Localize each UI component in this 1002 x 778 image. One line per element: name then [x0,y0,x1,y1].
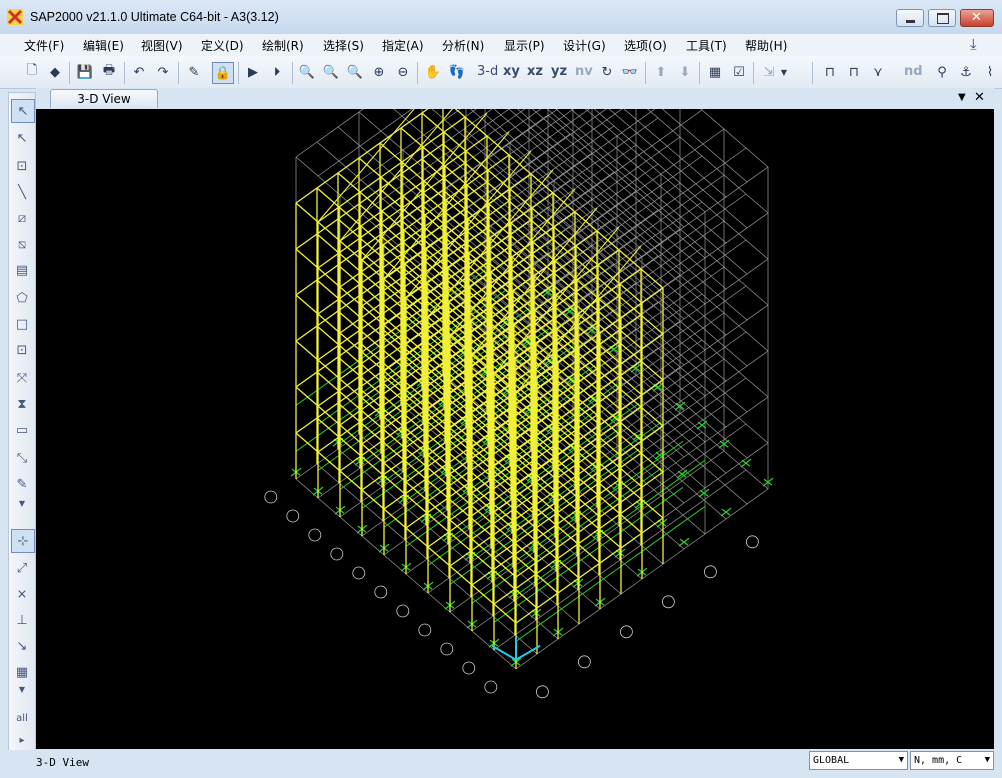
structure-model[interactable] [36,0,994,749]
menu-define[interactable]: 定义(D) [201,37,244,54]
assign-icon[interactable]: ⇲ [759,62,779,82]
link-icon[interactable]: ⚲ [932,62,952,82]
menu-select[interactable]: 选择(S) [323,37,364,54]
status-view-label: 3-D View [36,756,89,769]
snap-intersections-icon[interactable]: ⨯ [11,583,33,605]
run-now-icon[interactable]: ⏵ [267,62,287,82]
menu-assign[interactable]: 指定(A) [382,37,424,54]
chevron-down-icon: ▼ [984,755,990,765]
close-tab-icon[interactable]: ✕ [974,90,985,105]
menu-design[interactable]: 设计(G) [563,37,606,54]
menu-display[interactable]: 显示(P) [504,37,545,54]
portal-frame-icon[interactable]: ⊓ [844,62,864,82]
set-display-options-icon[interactable]: ▦ [705,62,725,82]
pan-icon[interactable]: ✋ [423,62,443,82]
refresh-window-icon[interactable]: ✎ [184,62,204,82]
window-title: SAP2000 v21.1.0 Ultimate C64-bit - A3(3.… [30,10,279,24]
select-all-icon[interactable]: all [11,707,33,729]
frame-icon[interactable]: ⊓ [820,62,840,82]
spring-icon[interactable]: ⌇ [980,62,1000,82]
menu-options[interactable]: 选项(O) [624,37,667,54]
menu-file[interactable]: 文件(F) [24,37,64,54]
reshape-icon[interactable]: ↖ [11,127,33,149]
run-analysis-icon[interactable]: ▶ [243,62,263,82]
check-icon[interactable]: ☑ [729,62,749,82]
undo-icon[interactable]: ↶ [129,62,149,82]
quick-draw-braces-icon[interactable]: ⧅ [11,233,33,255]
rubber-band-zoom-icon[interactable]: 🔍 [297,62,317,82]
minimize-button[interactable] [896,9,924,27]
draw-solid-icon[interactable]: ▭ [11,419,33,441]
view-3d-button[interactable]: 3-d [477,64,498,79]
nd-button[interactable]: nd [904,64,923,79]
redo-icon[interactable]: ↷ [153,62,173,82]
draw-tendon-icon[interactable]: ⧗ [11,393,33,415]
save-icon[interactable]: 💾 [75,62,95,82]
chevron-down-icon: ▼ [898,755,904,765]
menu-help[interactable]: 帮助(H) [745,37,787,54]
draw-section-cut-icon[interactable]: ✎ [11,473,33,495]
open-model-icon[interactable]: ◆ [45,62,65,82]
support-icon[interactable]: ⚓ [956,62,976,82]
sap2000-logo-icon [7,9,23,25]
view-xz-button[interactable]: xz [527,64,543,79]
view-yz-button[interactable]: yz [551,64,567,79]
menu-edit[interactable]: 编辑(E) [83,37,124,54]
pointer-icon[interactable]: ↖ [11,99,35,123]
print-icon[interactable]: 🖶 [99,62,119,82]
rotate-view-icon[interactable]: ↻ [597,62,617,82]
coordinate-system-select[interactable]: GLOBAL ▼ [809,751,908,770]
perspective-icon[interactable]: 👓 [620,62,640,82]
lock-model-icon[interactable]: 🔒 [212,62,234,84]
chevron-down-icon[interactable]: ▼ [779,62,789,82]
quick-draw-frame-icon[interactable]: ⧄ [11,207,33,229]
menu-analyze[interactable]: 分析(N) [442,37,484,54]
download-icon[interactable]: ⤓ [970,35,977,53]
move-up-icon[interactable]: ⬆ [651,62,671,82]
restore-full-view-icon[interactable]: 🔍 [321,62,341,82]
main-toolbar: 🗋 ◆ 💾 🖶 ↶ ↷ ✎ 🔒 ▶ ⏵ 🔍 🔍 🔍 ⊕ ⊖ ✋ 👣 3-d xy… [0,56,1002,89]
zoom-in-icon[interactable]: ⊕ [369,62,389,82]
menu-bar: 文件(F) 编辑(E) 视图(V) 定义(D) 绘制(R) 选择(S) 指定(A… [0,34,1002,56]
expand-icon[interactable]: ▸ [11,733,33,747]
units-select[interactable]: N, mm, C ▼ [910,751,994,770]
chevron-down-icon[interactable]: ▼ [11,683,33,695]
tab-list-icon[interactable]: ▼ [958,92,966,103]
model-viewport-3d[interactable] [36,0,994,749]
view-xy-button[interactable]: xy [503,64,520,79]
menu-draw[interactable]: 绘制(R) [262,37,304,54]
tab-strip [36,88,994,109]
restore-button[interactable] [928,9,956,27]
snap-lines-icon[interactable]: ↘ [11,635,33,657]
menu-tools[interactable]: 工具(T) [686,37,727,54]
truss-icon[interactable]: ⋎ [868,62,888,82]
move-down-icon[interactable]: ⬇ [675,62,695,82]
draw-rect-area-icon[interactable]: □ [11,313,33,335]
draw-cable-icon[interactable]: ⤡ [11,447,33,469]
draw-frame-icon[interactable]: ╲ [11,181,33,203]
tab-3d-view[interactable]: 3-D View [50,89,158,108]
snap-fine-grid-icon[interactable]: ▦ [11,661,33,683]
restore-previous-zoom-icon[interactable]: 🔍 [345,62,365,82]
draw-link-icon[interactable]: ⤧ [11,367,33,389]
menu-view[interactable]: 视图(V) [141,37,183,54]
zoom-out-icon[interactable]: ⊖ [393,62,413,82]
snap-points-icon[interactable]: ⊹ [11,529,35,553]
new-model-icon[interactable]: 🗋 [22,62,42,82]
draw-poly-area-icon[interactable]: ⬠ [11,287,33,309]
chevron-down-icon[interactable]: ▼ [11,497,33,509]
snap-perpendicular-icon[interactable]: ⊥ [11,609,33,631]
quick-draw-secondary-icon[interactable]: ▤ [11,259,33,281]
close-button[interactable]: ✕ [960,9,994,27]
left-toolbar: ↖ ↖ ⊡ ╲ ⧄ ⧅ ▤ ⬠ □ ⊡ ⤧ ⧗ ▭ ⤡ ✎ ▼ ⊹ ⤢ ⨯ ⊥ … [8,92,36,754]
quick-draw-area-icon[interactable]: ⊡ [11,339,33,361]
draw-joint-icon[interactable]: ⊡ [11,155,33,177]
walk-icon[interactable]: 👣 [447,62,467,82]
view-nv-button[interactable]: nv [575,64,593,79]
snap-ends-icon[interactable]: ⤢ [11,557,33,579]
